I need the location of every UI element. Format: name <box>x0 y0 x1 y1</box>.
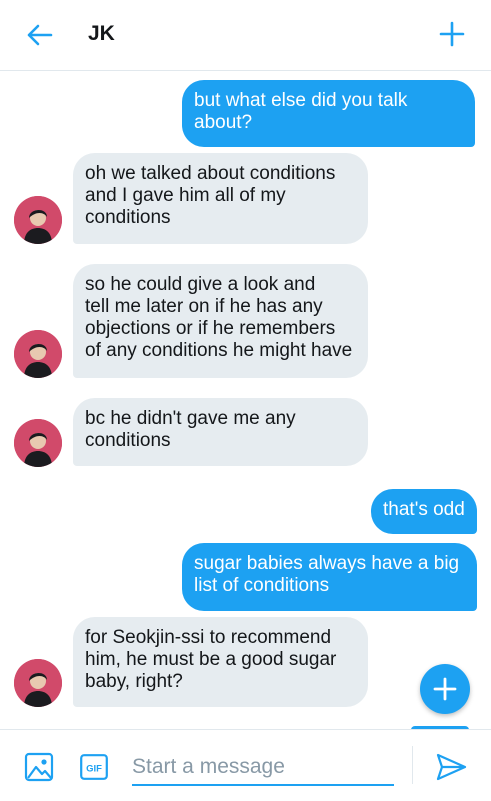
avatar-photo-icon <box>14 196 62 244</box>
arrow-left-icon <box>27 24 53 46</box>
avatar[interactable] <box>14 330 62 378</box>
message-bubble-incoming[interactable]: so he could give a look and tell me late… <box>73 264 368 378</box>
avatar-photo-icon <box>14 659 62 707</box>
composer-divider <box>412 746 413 784</box>
send-button[interactable] <box>434 750 468 784</box>
message-bubble-incoming[interactable]: for Seokjin-ssi to recommend him, he mus… <box>73 617 368 707</box>
plus-icon <box>439 21 465 47</box>
message-bubble-incoming[interactable]: bc he didn't gave me any conditions <box>73 398 368 466</box>
avatar[interactable] <box>14 419 62 467</box>
avatar-photo-icon <box>14 419 62 467</box>
image-icon <box>24 752 54 782</box>
add-gif-button[interactable]: GIF <box>80 754 108 780</box>
message-bubble-outgoing[interactable]: sugar babies always have a big list of c… <box>182 543 477 611</box>
message-input[interactable] <box>132 752 394 786</box>
back-button[interactable] <box>22 18 56 52</box>
gif-label: GIF <box>86 764 102 775</box>
message-composer: GIF <box>0 729 491 801</box>
gif-icon: GIF <box>80 754 108 780</box>
avatar-photo-icon <box>14 330 62 378</box>
message-bubble-incoming[interactable]: oh we talked about conditions and I gave… <box>73 153 368 244</box>
add-image-button[interactable] <box>24 752 54 782</box>
message-bubble-outgoing[interactable]: but what else did you talk about? <box>182 80 475 147</box>
conversation-title: JK <box>88 22 115 45</box>
message-bubble-outgoing[interactable]: that's odd <box>371 489 477 534</box>
avatar[interactable] <box>14 196 62 244</box>
plus-icon <box>433 677 457 701</box>
send-icon <box>436 753 467 781</box>
message-thread[interactable]: but what else did you talk about? oh we … <box>0 71 491 729</box>
avatar[interactable] <box>14 659 62 707</box>
conversation-header: JK <box>0 0 491 71</box>
add-button[interactable] <box>435 17 469 51</box>
new-message-fab[interactable] <box>420 664 470 714</box>
